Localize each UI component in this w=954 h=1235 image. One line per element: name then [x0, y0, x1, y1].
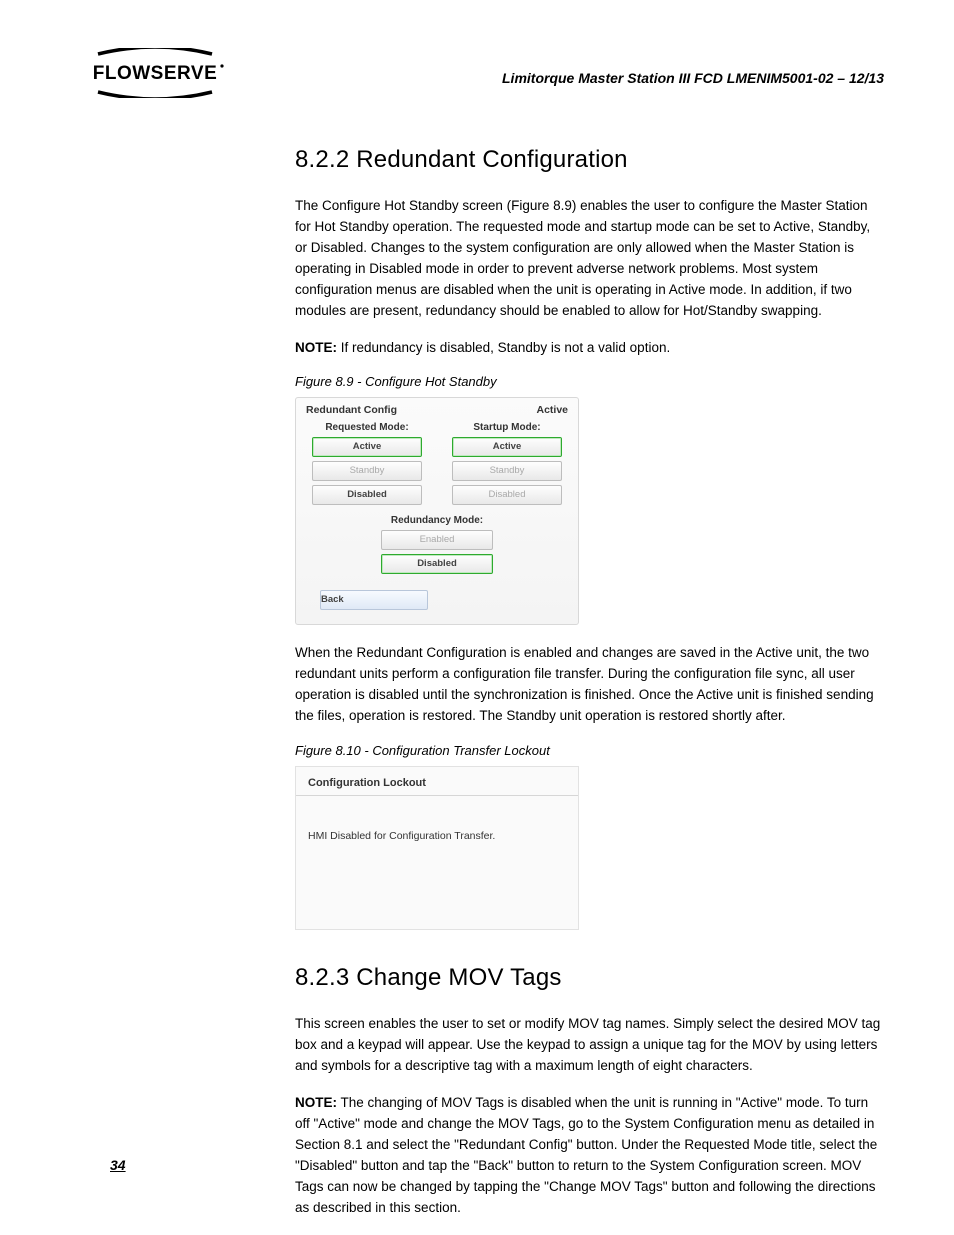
logo-text: FLOWSERVE: [93, 63, 218, 84]
figure-89-caption: Figure 8.9 - Configure Hot Standby: [295, 374, 884, 389]
page-number: 34: [110, 1157, 126, 1173]
note-label: NOTE:: [295, 1095, 337, 1110]
startup-standby-button[interactable]: Standby: [452, 461, 562, 481]
panel-status: Active: [536, 404, 568, 416]
lockout-message: HMI Disabled for Configuration Transfer.: [296, 796, 578, 842]
redundancy-mode-label: Redundancy Mode:: [296, 515, 578, 526]
note-text: If redundancy is disabled, Standby is no…: [337, 340, 670, 355]
requested-active-button[interactable]: Active: [312, 437, 422, 457]
requested-disabled-button[interactable]: Disabled: [312, 485, 422, 505]
note-823: NOTE: The changing of MOV Tags is disabl…: [295, 1093, 884, 1219]
startup-mode-label: Startup Mode:: [452, 422, 562, 433]
para-822-1: The Configure Hot Standby screen (Figure…: [295, 196, 884, 322]
requested-standby-button[interactable]: Standby: [312, 461, 422, 481]
note-text: The changing of MOV Tags is disabled whe…: [295, 1095, 877, 1215]
heading-822: 8.2.2 Redundant Configuration: [295, 146, 884, 174]
redundancy-enabled-button[interactable]: Enabled: [381, 530, 493, 550]
para-822-2: When the Redundant Configuration is enab…: [295, 643, 884, 727]
note-822: NOTE: If redundancy is disabled, Standby…: [295, 338, 884, 359]
startup-active-button[interactable]: Active: [452, 437, 562, 457]
figure-810-caption: Figure 8.10 - Configuration Transfer Loc…: [295, 743, 884, 758]
lockout-title: Configuration Lockout: [296, 767, 578, 796]
back-button[interactable]: Back: [320, 590, 428, 610]
note-label: NOTE:: [295, 340, 337, 355]
requested-mode-label: Requested Mode:: [312, 422, 422, 433]
heading-823: 8.2.3 Change MOV Tags: [295, 964, 884, 992]
startup-disabled-button[interactable]: Disabled: [452, 485, 562, 505]
flowserve-logo: FLOWSERVE: [80, 48, 230, 98]
panel-title: Redundant Config: [306, 404, 397, 416]
redundancy-disabled-button[interactable]: Disabled: [381, 554, 493, 574]
figure-89-panel: Redundant Config Active Requested Mode: …: [295, 397, 579, 625]
para-823-1: This screen enables the user to set or m…: [295, 1014, 884, 1077]
figure-810-panel: Configuration Lockout HMI Disabled for C…: [295, 766, 579, 930]
